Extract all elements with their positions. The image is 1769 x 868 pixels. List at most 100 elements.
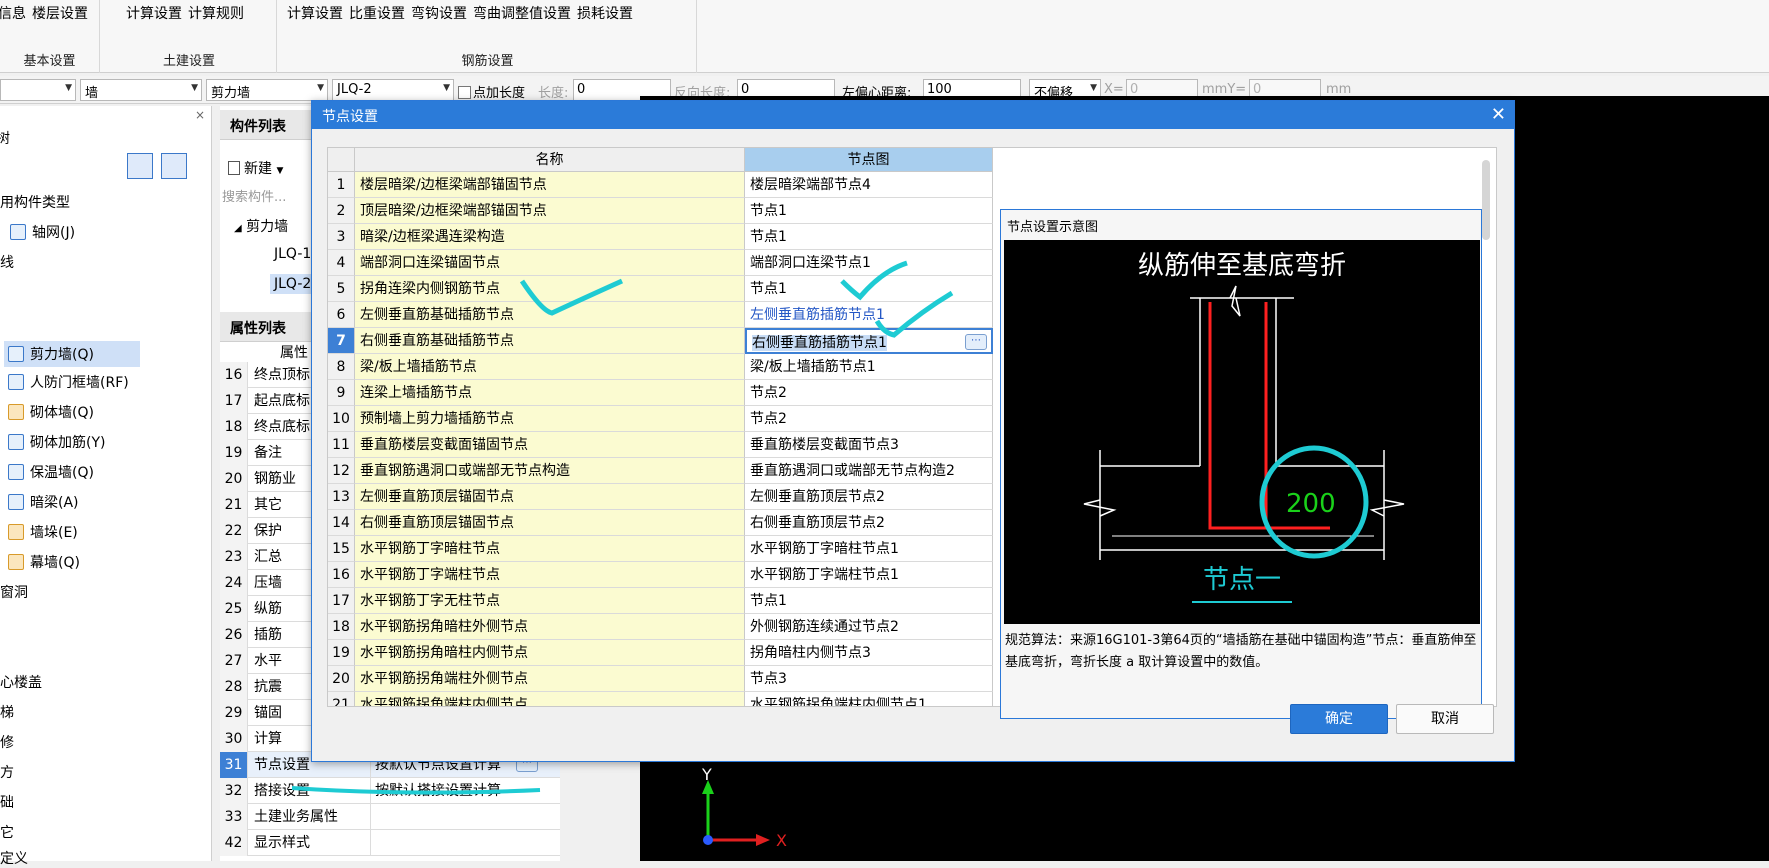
tree-item-hidden-beam[interactable]: 暗梁(A): [8, 492, 79, 512]
tree-item-axis[interactable]: 轴网(J): [10, 222, 75, 242]
node-name-cell[interactable]: 左侧垂直筋基础插筋节点: [355, 302, 745, 328]
node-image-cell[interactable]: 节点2: [745, 380, 993, 406]
node-name-cell[interactable]: 楼层暗梁/边框梁端部锚固节点: [355, 172, 745, 198]
tree-root-shear-wall[interactable]: ◢ 剪力墙: [234, 216, 288, 236]
tree-item[interactable]: 方: [0, 762, 14, 782]
node-name-cell[interactable]: 垂直钢筋遇洞口或端部无节点构造: [355, 458, 745, 484]
node-image-cell[interactable]: 梁/板上墙插筋节点1: [745, 354, 993, 380]
node-image-cell[interactable]: 左侧垂直筋顶层节点2: [745, 484, 993, 510]
node-image-cell[interactable]: 右侧垂直筋顶层节点2: [745, 510, 993, 536]
node-name-cell[interactable]: 水平钢筋拐角暗柱外侧节点: [355, 614, 745, 640]
component-combo[interactable]: JLQ-2 ▼: [332, 79, 454, 101]
node-name-cell[interactable]: 右侧垂直筋基础插筋节点: [355, 328, 745, 354]
node-image-cell[interactable]: 水平钢筋丁字端柱节点1: [745, 562, 993, 588]
tree-item[interactable]: 线: [0, 252, 14, 272]
node-name-cell[interactable]: 水平钢筋拐角端柱外侧节点: [355, 666, 745, 692]
ok-button[interactable]: 确定: [1290, 704, 1388, 734]
grid-row[interactable]: 18 水平钢筋拐角暗柱外侧节点 外侧钢筋连续通过节点2: [328, 614, 993, 640]
node-image-cell[interactable]: 节点3: [745, 666, 993, 692]
grid-row[interactable]: 5 拐角连梁内侧钢筋节点 节点1: [328, 276, 993, 302]
property-row[interactable]: 33 土建业务属性: [220, 804, 560, 830]
property-value[interactable]: 按默认搭接设置计算: [370, 778, 550, 804]
node-name-cell[interactable]: 右侧垂直筋顶层锚固节点: [355, 510, 745, 536]
ribbon-btn-calc-settings[interactable]: 计算设置: [126, 3, 182, 23]
tree-item[interactable]: 修: [0, 732, 14, 752]
node-image-cell[interactable]: 垂直筋遇洞口或端部无节点构造2: [745, 458, 993, 484]
node-name-cell[interactable]: 拐角连梁内侧钢筋节点: [355, 276, 745, 302]
tree-item[interactable]: 窗洞: [0, 582, 28, 602]
grid-row[interactable]: 8 梁/板上墙插筋节点 梁/板上墙插筋节点1: [328, 354, 993, 380]
node-image-cell[interactable]: 节点1: [745, 276, 993, 302]
node-name-cell[interactable]: 暗梁/边框梁遇连梁构造: [355, 224, 745, 250]
node-name-cell[interactable]: 水平钢筋丁字无柱节点: [355, 588, 745, 614]
component-item-jlq2[interactable]: JLQ-2: [270, 274, 316, 294]
node-name-cell[interactable]: 水平钢筋拐角暗柱内侧节点: [355, 640, 745, 666]
grid-row[interactable]: 17 水平钢筋丁字无柱节点 节点1: [328, 588, 993, 614]
list-view-icon[interactable]: [127, 153, 153, 179]
component-search-input[interactable]: 搜索构件...: [222, 186, 312, 208]
ribbon-btn-loss-settings[interactable]: 损耗设置: [577, 3, 633, 23]
node-name-cell[interactable]: 梁/板上墙插筋节点: [355, 354, 745, 380]
ribbon-btn-bend-adjust-settings[interactable]: 弯曲调整值设置: [473, 3, 571, 23]
node-name-cell[interactable]: 水平钢筋拐角端柱内侧节点: [355, 692, 745, 706]
category-combo[interactable]: 墙 ▼: [80, 79, 202, 101]
ribbon-btn-floor-settings[interactable]: 楼层设置: [32, 3, 88, 23]
ribbon-btn-hook-settings[interactable]: 弯钩设置: [411, 3, 467, 23]
node-image-cell[interactable]: 垂直筋楼层变截面节点3: [745, 432, 993, 458]
node-image-cell[interactable]: 水平钢筋拐角端柱内侧节点1: [745, 692, 993, 706]
node-image-cell[interactable]: 节点1: [745, 588, 993, 614]
grid-row[interactable]: 16 水平钢筋丁字端柱节点 水平钢筋丁字端柱节点1: [328, 562, 993, 588]
add-length-checkbox[interactable]: 点加长度: [458, 82, 525, 101]
property-value[interactable]: [370, 804, 550, 830]
node-image-cell[interactable]: 节点1: [745, 224, 993, 250]
node-name-cell[interactable]: 左侧垂直筋顶层锚固节点: [355, 484, 745, 510]
tree-item[interactable]: 梯: [0, 702, 14, 722]
property-row[interactable]: 32 搭接设置 按默认搭接设置计算: [220, 778, 560, 804]
tree-item-insulation-wall[interactable]: 保温墙(Q): [8, 462, 94, 482]
checkbox-box[interactable]: [458, 86, 471, 99]
node-name-cell[interactable]: 端部洞口连梁锚固节点: [355, 250, 745, 276]
grid-row[interactable]: 12 垂直钢筋遇洞口或端部无节点构造 垂直筋遇洞口或端部无节点构造2: [328, 458, 993, 484]
tree-item-masonry-wall[interactable]: 砌体墙(Q): [8, 402, 94, 422]
grid-row[interactable]: 6 左侧垂直筋基础插筋节点 左侧垂直筋插筋节点1: [328, 302, 993, 328]
grid-row[interactable]: 19 水平钢筋拐角暗柱内侧节点 拐角暗柱内侧节点3: [328, 640, 993, 666]
node-image-cell[interactable]: 楼层暗梁端部节点4: [745, 172, 993, 198]
close-icon[interactable]: ✕: [1491, 104, 1506, 125]
type-combo[interactable]: 剪力墙 ▼: [206, 79, 328, 101]
node-image-cell[interactable]: 水平钢筋丁字暗柱节点1: [745, 536, 993, 562]
grid-row[interactable]: 14 右侧垂直筋顶层锚固节点 右侧垂直筋顶层节点2: [328, 510, 993, 536]
property-value[interactable]: [370, 830, 550, 856]
tree-item-wall-pier[interactable]: 墙垛(E): [8, 522, 78, 542]
grid-row[interactable]: 21 水平钢筋拐角端柱内侧节点 水平钢筋拐角端柱内侧节点1: [328, 692, 993, 706]
node-image-cell[interactable]: 右侧垂直筋插筋节点1 ⋯: [745, 328, 993, 354]
node-name-cell[interactable]: 水平钢筋丁字暗柱节点: [355, 536, 745, 562]
tree-item-civil-door-wall[interactable]: 人防门框墙(RF): [8, 372, 129, 392]
ribbon-btn-calc-rules[interactable]: 计算规则: [188, 3, 244, 23]
grid-row[interactable]: 13 左侧垂直筋顶层锚固节点 左侧垂直筋顶层节点2: [328, 484, 993, 510]
property-row[interactable]: 42 显示样式: [220, 830, 560, 856]
node-image-cell[interactable]: 左侧垂直筋插筋节点1: [745, 302, 993, 328]
tree-item[interactable]: 础: [0, 792, 14, 812]
node-image-cell[interactable]: 端部洞口连梁节点1: [745, 250, 993, 276]
grid-row[interactable]: 20 水平钢筋拐角端柱外侧节点 节点3: [328, 666, 993, 692]
node-name-cell[interactable]: 水平钢筋丁字端柱节点: [355, 562, 745, 588]
tree-item-masonry-rebar[interactable]: 砌体加筋(Y): [8, 432, 105, 452]
ribbon-btn-info[interactable]: 信息: [0, 3, 26, 23]
node-name-cell[interactable]: 预制墙上剪力墙插筋节点: [355, 406, 745, 432]
node-image-cell[interactable]: 节点1: [745, 198, 993, 224]
grid-row[interactable]: 7 右侧垂直筋基础插筋节点 右侧垂直筋插筋节点1 ⋯: [328, 328, 993, 354]
node-name-cell[interactable]: 垂直筋楼层变截面锚固节点: [355, 432, 745, 458]
layer-combo[interactable]: ▼: [0, 79, 76, 101]
grid-header-image[interactable]: 节点图: [745, 148, 993, 172]
grid-header-name[interactable]: 名称: [355, 148, 745, 172]
node-image-cell[interactable]: 外侧钢筋连续通过节点2: [745, 614, 993, 640]
new-component-button[interactable]: 新建 ▼: [228, 158, 283, 178]
ellipsis-icon[interactable]: ⋯: [965, 334, 987, 350]
grid-row[interactable]: 11 垂直筋楼层变截面锚固节点 垂直筋楼层变截面节点3: [328, 432, 993, 458]
grid-row[interactable]: 3 暗梁/边框梁遇连梁构造 节点1: [328, 224, 993, 250]
component-item-jlq1[interactable]: JLQ-1: [274, 246, 311, 262]
ribbon-btn-weight-settings[interactable]: 比重设置: [349, 3, 405, 23]
grid-row[interactable]: 4 端部洞口连梁锚固节点 端部洞口连梁节点1: [328, 250, 993, 276]
tree-item-curtain-wall[interactable]: 幕墙(Q): [8, 552, 80, 572]
grid-row[interactable]: 10 预制墙上剪力墙插筋节点 节点2: [328, 406, 993, 432]
